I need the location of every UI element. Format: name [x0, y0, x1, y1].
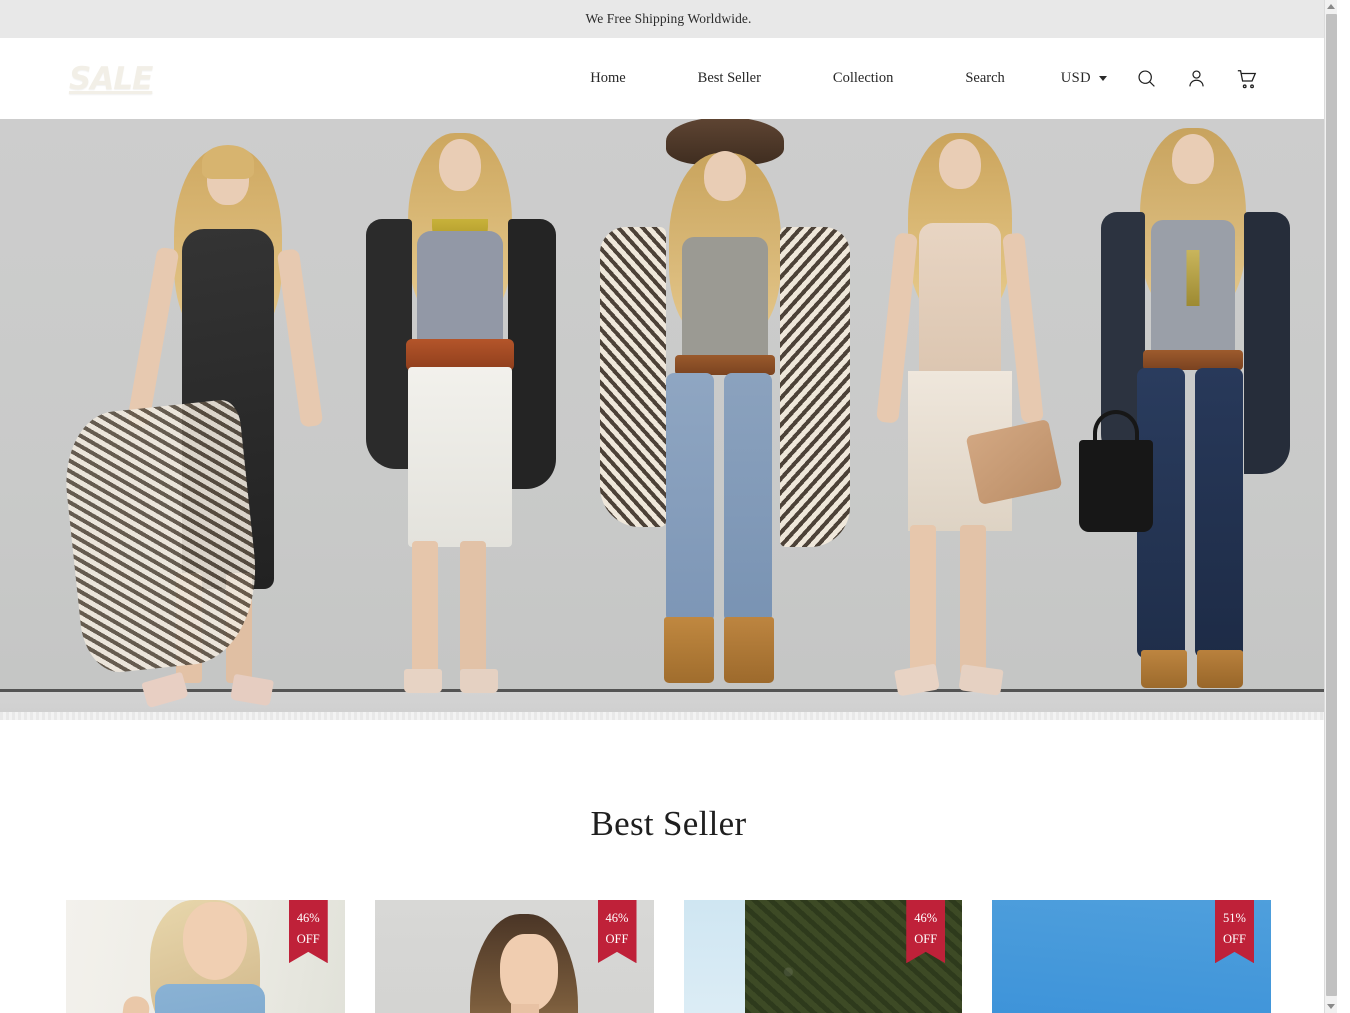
boot-left: [664, 617, 714, 683]
jeans-left: [666, 373, 714, 623]
shoe-left: [141, 672, 189, 709]
discount-percent: 46%: [906, 908, 945, 929]
head: [704, 151, 746, 201]
product-card[interactable]: 46% OFF: [66, 900, 345, 1013]
account-icon[interactable]: [1186, 68, 1207, 89]
search-icon[interactable]: [1136, 68, 1157, 89]
hero-model-3: [600, 119, 850, 712]
boot-right: [1197, 650, 1243, 688]
shoe-right: [460, 669, 498, 693]
shoe-right: [230, 674, 274, 707]
pendant: [1186, 250, 1199, 306]
cart-icon[interactable]: [1236, 68, 1258, 90]
arm-left: [127, 246, 180, 427]
face: [500, 934, 558, 1012]
shoe-left: [404, 669, 442, 693]
arm-right: [277, 248, 324, 427]
product-card[interactable]: 46% OFF: [684, 900, 963, 1013]
discount-label: OFF: [1215, 929, 1254, 950]
nav-item-home[interactable]: Home: [590, 70, 625, 87]
hero-model-1: [120, 137, 335, 712]
discount-percent: 46%: [289, 908, 328, 929]
gray-tee: [682, 237, 768, 367]
nav-item-collection[interactable]: Collection: [833, 70, 893, 87]
scrollbar-thumb[interactable]: [1326, 14, 1337, 996]
face: [183, 902, 247, 980]
white-skirt: [408, 367, 512, 547]
gray-top: [417, 231, 503, 351]
leg-left: [412, 541, 438, 673]
boot-right: [724, 617, 774, 683]
hero-model-4: [860, 127, 1060, 712]
shoe-left: [894, 664, 940, 697]
head: [439, 139, 481, 191]
discount-label: OFF: [906, 929, 945, 950]
blazer-right: [508, 219, 556, 489]
jeans-right: [1195, 368, 1243, 658]
scroll-down-arrow-icon[interactable]: [1325, 1000, 1337, 1013]
discount-percent: 46%: [598, 908, 637, 929]
currency-selector[interactable]: USD: [1061, 70, 1107, 87]
hair-top: [202, 145, 254, 179]
discount-label: OFF: [598, 929, 637, 950]
discount-percent: 51%: [1215, 908, 1254, 929]
hero-model-5: [1085, 122, 1300, 712]
announcement-bar: We Free Shipping Worldwide.: [0, 0, 1337, 38]
product-card[interactable]: ESTHER 51% OFF: [992, 900, 1271, 1013]
scroll-up-arrow-icon[interactable]: [1325, 0, 1337, 13]
best-seller-section: Best Seller 46% OFF: [0, 720, 1337, 1013]
belt: [675, 355, 775, 375]
handbag: [1079, 440, 1153, 532]
page-title: Best Seller: [0, 804, 1337, 844]
currency-label: USD: [1061, 70, 1091, 87]
denim-shirt: [155, 984, 265, 1013]
site-header: SALE Home Best Seller Collection Search …: [0, 38, 1337, 119]
belt: [1143, 350, 1243, 370]
head: [939, 139, 981, 189]
kimono-left: [600, 227, 666, 527]
site-logo[interactable]: SALE: [69, 61, 152, 97]
leg-left: [910, 525, 936, 675]
neck: [511, 1004, 539, 1013]
jeans-right: [724, 373, 772, 623]
vertical-scrollbar[interactable]: [1324, 0, 1337, 1013]
leg-right: [960, 525, 986, 675]
hero-bottom-edge: [0, 712, 1337, 720]
cream-top: [919, 223, 1001, 373]
boot-left: [1141, 650, 1187, 688]
head: [1172, 134, 1214, 184]
nav-item-best-seller[interactable]: Best Seller: [698, 70, 761, 87]
kimono-right: [780, 227, 850, 547]
hero-model-2: [360, 127, 560, 712]
product-card[interactable]: 46% OFF: [375, 900, 654, 1013]
leg-right: [460, 541, 486, 673]
chevron-down-icon: [1099, 76, 1107, 81]
scarf: [59, 398, 265, 675]
product-grid: 46% OFF 46% OFF: [0, 844, 1337, 1013]
storefront-page: We Free Shipping Worldwide. SALE Home Be…: [0, 0, 1337, 1013]
nav-item-search[interactable]: Search: [965, 70, 1004, 87]
hero-banner[interactable]: [0, 119, 1337, 720]
shoe-right: [958, 664, 1003, 696]
main-navigation: Home Best Seller Collection Search USD: [590, 68, 1258, 90]
blazer-right: [1244, 212, 1290, 474]
discount-label: OFF: [289, 929, 328, 950]
announcement-text: We Free Shipping Worldwide.: [585, 11, 751, 27]
